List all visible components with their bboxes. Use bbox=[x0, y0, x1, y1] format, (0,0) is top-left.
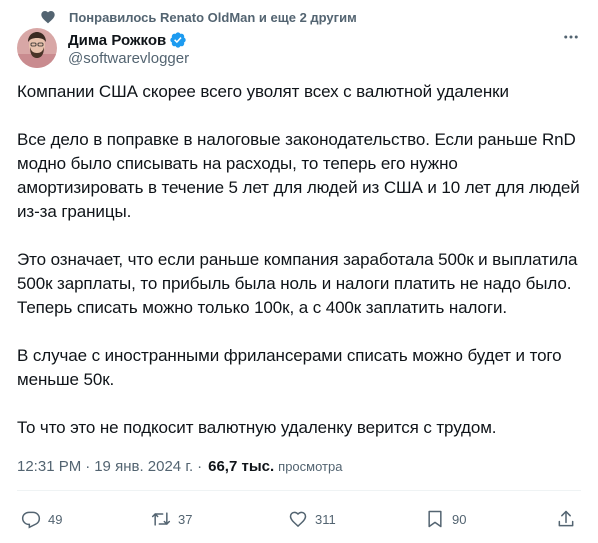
avatar[interactable] bbox=[17, 28, 57, 68]
bookmark-icon bbox=[425, 509, 445, 529]
bookmark-count: 90 bbox=[452, 511, 467, 527]
like-icon bbox=[288, 509, 308, 529]
divider bbox=[17, 490, 581, 491]
author-handle[interactable]: @softwarevlogger bbox=[68, 50, 189, 67]
tweet-paragraph: Компании США скорее всего уволят всех с … bbox=[17, 82, 509, 101]
view-count[interactable]: 66,7 тыс. bbox=[208, 458, 274, 475]
action-bar: 49 37 311 90 bbox=[0, 505, 598, 533]
like-button[interactable]: 311 bbox=[288, 505, 336, 533]
reply-icon bbox=[21, 509, 41, 529]
heart-filled-icon bbox=[40, 9, 56, 25]
share-button[interactable] bbox=[556, 505, 576, 533]
tweet-paragraph: То что это не подкосит валютную удаленку… bbox=[17, 418, 497, 437]
meta-separator: · bbox=[85, 458, 91, 475]
author-display-name[interactable]: Дима Рожков bbox=[68, 32, 166, 49]
like-count: 311 bbox=[315, 511, 336, 527]
verified-badge-icon[interactable] bbox=[169, 31, 187, 49]
tweet-time[interactable]: 12:31 PM bbox=[17, 458, 81, 475]
social-context[interactable]: Понравилось Renato OldMan и еще 2 другим bbox=[40, 8, 357, 26]
repost-button[interactable]: 37 bbox=[151, 505, 192, 533]
reply-button[interactable]: 49 bbox=[21, 505, 62, 533]
tweet-paragraph: Это означает, что если раньше компания з… bbox=[17, 250, 578, 317]
repost-icon bbox=[151, 509, 171, 529]
view-count-label: просмотра bbox=[278, 459, 343, 474]
reply-count: 49 bbox=[48, 511, 63, 527]
tweet-meta: 12:31 PM · 19 янв. 2024 г. · 66,7 тыс. п… bbox=[17, 458, 342, 475]
more-button[interactable] bbox=[560, 28, 582, 50]
tweet-date[interactable]: 19 янв. 2024 г. bbox=[94, 458, 193, 475]
social-context-text: Понравилось Renato OldMan и еще 2 другим bbox=[69, 9, 357, 25]
repost-count: 37 bbox=[178, 511, 193, 527]
tweet-paragraph: Все дело в поправке в налоговые законода… bbox=[17, 130, 580, 221]
tweet-text: Компании США скорее всего уволят всех с … bbox=[17, 80, 582, 464]
share-icon bbox=[556, 509, 576, 529]
author-name-row[interactable]: Дима Рожков bbox=[68, 30, 187, 50]
meta-separator: · bbox=[197, 458, 203, 475]
bookmark-button[interactable]: 90 bbox=[425, 505, 466, 533]
tweet-paragraph: В случае с иностранными фрилансерами спи… bbox=[17, 346, 562, 389]
more-icon bbox=[562, 28, 580, 51]
